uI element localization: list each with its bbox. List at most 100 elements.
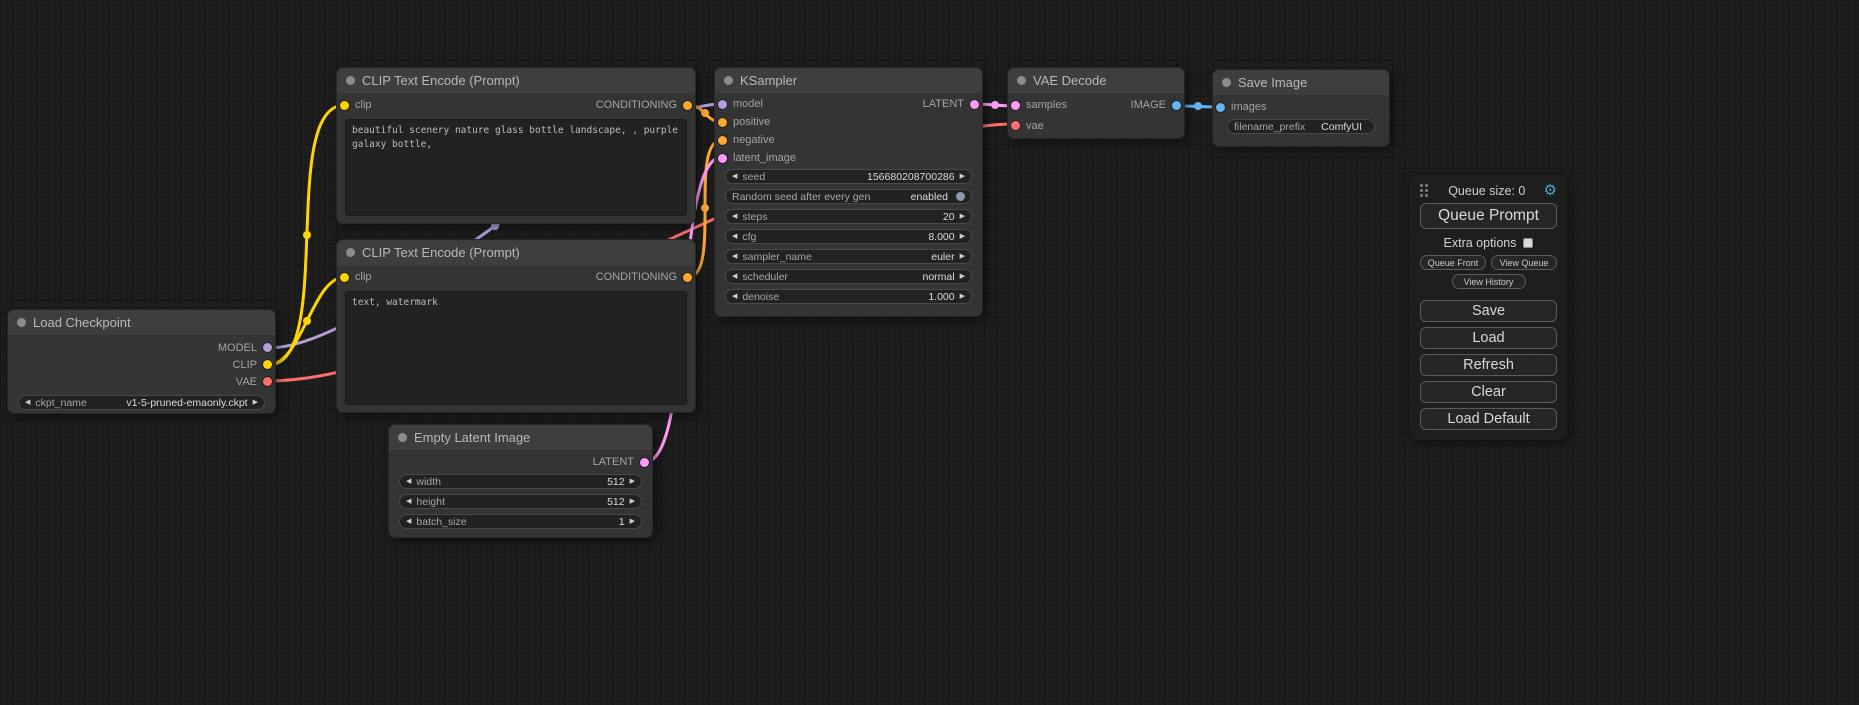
widget-value: 512	[607, 476, 625, 488]
node-title: KSampler	[740, 73, 797, 88]
decrement-arrow-icon[interactable]: ◀	[406, 518, 411, 525]
increment-arrow-icon[interactable]: ▶	[960, 213, 965, 220]
view-history-button[interactable]: View History	[1452, 274, 1526, 289]
widget-value: ComfyUI	[1321, 121, 1368, 133]
decrement-arrow-icon[interactable]: ◀	[732, 213, 737, 220]
view-queue-button[interactable]: View Queue	[1491, 255, 1557, 270]
widget-value: enabled	[911, 191, 948, 203]
widget-value: 1.000	[928, 291, 954, 303]
input-label-model: model	[733, 98, 763, 110]
collapse-dot-icon[interactable]	[398, 433, 407, 442]
decrement-arrow-icon[interactable]: ◀	[732, 293, 737, 300]
increment-arrow-icon[interactable]: ▶	[960, 173, 965, 180]
scheduler-widget[interactable]: ◀ scheduler normal ▶	[725, 269, 972, 284]
negative-prompt-textarea[interactable]: text, watermark	[345, 291, 687, 405]
height-widget[interactable]: ◀ height 512 ▶	[399, 494, 642, 509]
widget-value: 156680208700286	[867, 171, 955, 183]
denoise-widget[interactable]: ◀ denoise 1.000 ▶	[725, 289, 972, 304]
output-slot-latent[interactable]	[640, 458, 649, 467]
collapse-dot-icon[interactable]	[724, 76, 733, 85]
collapse-dot-icon[interactable]	[1222, 78, 1231, 87]
increment-arrow-icon[interactable]: ▶	[960, 273, 965, 280]
input-slot-clip[interactable]	[340, 101, 349, 110]
increment-arrow-icon[interactable]: ▶	[630, 498, 635, 505]
input-slot-images[interactable]	[1216, 103, 1225, 112]
wire-clip-positive-midpoint-dot	[303, 231, 311, 239]
collapse-dot-icon[interactable]	[346, 76, 355, 85]
node-title-bar[interactable]: Save Image	[1213, 70, 1389, 95]
input-slot-positive[interactable]	[718, 118, 727, 127]
decrement-arrow-icon[interactable]: ◀	[25, 399, 30, 406]
decrement-arrow-icon[interactable]: ◀	[732, 233, 737, 240]
increment-arrow-icon[interactable]: ▶	[630, 478, 635, 485]
batch-size-widget[interactable]: ◀ batch_size 1 ▶	[399, 514, 642, 529]
increment-arrow-icon[interactable]: ▶	[960, 253, 965, 260]
queue-front-button[interactable]: Queue Front	[1420, 255, 1486, 270]
random-seed-toggle-widget[interactable]: Random seed after every gen enabled	[725, 189, 972, 204]
node-title-bar[interactable]: Empty Latent Image	[389, 425, 652, 450]
input-slot-latent-image[interactable]	[718, 154, 727, 163]
decrement-arrow-icon[interactable]: ◀	[732, 253, 737, 260]
widget-value: 8.000	[928, 231, 954, 243]
refresh-button[interactable]: Refresh	[1420, 354, 1557, 376]
steps-widget[interactable]: ◀ steps 20 ▶	[725, 209, 972, 224]
output-label-conditioning: CONDITIONING	[596, 271, 677, 283]
queue-prompt-button[interactable]: Queue Prompt	[1420, 203, 1557, 229]
seed-widget[interactable]: ◀ seed 156680208700286 ▶	[725, 169, 972, 184]
decrement-arrow-icon[interactable]: ◀	[406, 498, 411, 505]
graph-canvas[interactable]: Load Checkpoint MODEL CLIP VAE	[0, 0, 1859, 705]
toggle-indicator-icon[interactable]	[956, 192, 965, 201]
node-title-bar[interactable]: CLIP Text Encode (Prompt)	[337, 68, 695, 93]
filename-prefix-widget[interactable]: filename_prefix ComfyUI	[1227, 119, 1375, 134]
node-load-checkpoint[interactable]: Load Checkpoint MODEL CLIP VAE	[8, 310, 275, 413]
increment-arrow-icon[interactable]: ▶	[253, 399, 258, 406]
drag-handle-icon[interactable]	[1420, 184, 1428, 197]
input-slot-vae[interactable]	[1011, 121, 1020, 130]
output-slot-vae[interactable]	[263, 377, 272, 386]
input-slot-clip[interactable]	[340, 273, 349, 282]
decrement-arrow-icon[interactable]: ◀	[732, 173, 737, 180]
save-button[interactable]: Save	[1420, 300, 1557, 322]
output-slot-model[interactable]	[263, 343, 272, 352]
load-default-button[interactable]: Load Default	[1420, 408, 1557, 430]
increment-arrow-icon[interactable]: ▶	[960, 233, 965, 240]
node-clip-text-encode-negative[interactable]: CLIP Text Encode (Prompt) clip CONDITION…	[337, 240, 695, 412]
decrement-arrow-icon[interactable]: ◀	[732, 273, 737, 280]
node-vae-decode[interactable]: VAE Decode samples IMAGE vae	[1008, 68, 1184, 138]
output-slot-conditioning[interactable]	[683, 273, 692, 282]
widget-label: ckpt_name	[35, 397, 86, 409]
node-clip-text-encode-positive[interactable]: CLIP Text Encode (Prompt) clip CONDITION…	[337, 68, 695, 223]
input-label-images: images	[1231, 101, 1266, 113]
positive-prompt-textarea[interactable]: beautiful scenery nature glass bottle la…	[345, 119, 687, 216]
output-slot-clip[interactable]	[263, 360, 272, 369]
input-slot-model[interactable]	[718, 100, 727, 109]
cfg-widget[interactable]: ◀ cfg 8.000 ▶	[725, 229, 972, 244]
node-title-bar[interactable]: Load Checkpoint	[8, 310, 275, 335]
input-slot-samples[interactable]	[1011, 101, 1020, 110]
sampler-name-widget[interactable]: ◀ sampler_name euler ▶	[725, 249, 972, 264]
output-slot-image[interactable]	[1172, 101, 1181, 110]
increment-arrow-icon[interactable]: ▶	[630, 518, 635, 525]
load-button[interactable]: Load	[1420, 327, 1557, 349]
wire-latent-vae-midpoint-dot	[991, 101, 999, 109]
increment-arrow-icon[interactable]: ▶	[960, 293, 965, 300]
node-title-bar[interactable]: KSampler	[715, 68, 982, 93]
clear-button[interactable]: Clear	[1420, 381, 1557, 403]
input-slot-negative[interactable]	[718, 136, 727, 145]
collapse-dot-icon[interactable]	[1017, 76, 1026, 85]
node-ksampler[interactable]: KSampler model LATENT positive	[715, 68, 982, 316]
output-slot-latent[interactable]	[970, 100, 979, 109]
extra-options-checkbox[interactable]	[1523, 238, 1533, 248]
width-widget[interactable]: ◀ width 512 ▶	[399, 474, 642, 489]
output-slot-conditioning[interactable]	[683, 101, 692, 110]
collapse-dot-icon[interactable]	[17, 318, 26, 327]
decrement-arrow-icon[interactable]: ◀	[406, 478, 411, 485]
output-label-latent: LATENT	[593, 456, 634, 468]
node-title-bar[interactable]: CLIP Text Encode (Prompt)	[337, 240, 695, 265]
collapse-dot-icon[interactable]	[346, 248, 355, 257]
ckpt-name-widget[interactable]: ◀ ckpt_name v1-5-pruned-emaonly.ckpt ▶	[18, 395, 265, 410]
node-title-bar[interactable]: VAE Decode	[1008, 68, 1184, 93]
node-empty-latent-image[interactable]: Empty Latent Image LATENT ◀ width 512 ▶ …	[389, 425, 652, 537]
settings-gear-icon[interactable]: ⚙	[1544, 183, 1557, 198]
node-save-image[interactable]: Save Image images filename_prefix ComfyU…	[1213, 70, 1389, 146]
